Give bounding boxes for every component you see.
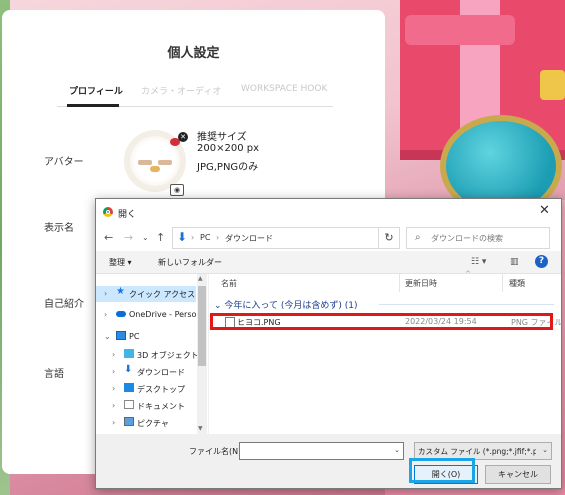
avatar-label: アバター: [44, 157, 84, 168]
language-label: 言語: [44, 369, 64, 380]
camera-icon[interactable]: ◉: [170, 184, 184, 196]
download-icon: ⬇: [124, 364, 133, 375]
picture-icon: [124, 417, 134, 426]
organize-button[interactable]: 整理 ▾: [109, 257, 132, 268]
chevron-down-icon: ⌄: [542, 446, 548, 454]
dialog-title: 開く: [118, 210, 137, 220]
address-bar[interactable]: ⬇ › PC › ダウンロード ⌄: [172, 227, 399, 249]
tree-item-onedrive[interactable]: › OneDrive - Person: [96, 307, 201, 323]
navigation-bar: ← → ⌄ ↑ ⬇ › PC › ダウンロード ⌄ ↻ ⌕ ダウンロードの検索: [96, 225, 561, 251]
search-placeholder: ダウンロードの検索: [431, 234, 503, 243]
document-icon: [124, 400, 134, 409]
pc-icon: [116, 331, 126, 340]
file-group-header[interactable]: ⌄ 今年に入って (今月は含めず) (1): [214, 298, 357, 311]
cube-icon: [124, 349, 134, 358]
back-icon[interactable]: ←: [104, 231, 113, 244]
search-input[interactable]: ⌕ ダウンロードの検索: [406, 227, 550, 249]
tree-item-desktop[interactable]: › デスクトップ: [104, 381, 204, 397]
tree-item-downloads[interactable]: › ⬇ ダウンロード: [104, 364, 204, 380]
filename-label: ファイル名(N):: [189, 447, 244, 456]
display-name-label: 表示名: [44, 223, 74, 234]
star-icon: ★: [116, 286, 125, 297]
breadcrumb-pc[interactable]: PC: [200, 233, 210, 242]
breadcrumb-downloads[interactable]: ダウンロード: [225, 233, 273, 244]
recommended-size-value: 200×200 px: [197, 143, 259, 154]
recent-dropdown-icon[interactable]: ⌄: [142, 233, 149, 242]
download-arrow-icon: ⬇: [177, 230, 188, 244]
group-chevron-icon: ⌄: [214, 301, 225, 311]
tab-workspace-hook[interactable]: WORKSPACE HOOK: [241, 84, 327, 94]
search-icon: ⌕: [415, 232, 421, 243]
tab-profile[interactable]: プロフィール: [69, 84, 123, 97]
up-icon[interactable]: ↑: [156, 231, 165, 244]
tab-camera-audio[interactable]: カメラ・オーディオ: [141, 84, 221, 97]
chrome-icon: [103, 207, 113, 217]
view-options-icon[interactable]: ☷ ▾: [471, 257, 486, 267]
tree-item-documents[interactable]: › ドキュメント: [104, 398, 204, 414]
active-tab-indicator: [67, 104, 119, 107]
preview-pane-icon[interactable]: ▥: [510, 257, 519, 267]
navigation-scrollbar[interactable]: ▲ ▼: [197, 274, 207, 434]
settings-title: 個人設定: [167, 46, 220, 61]
column-date[interactable]: 更新日時: [405, 278, 437, 289]
file-list: 名前 更新日時 ^ 種類 ⌄ 今年に入って (今月は含めず) (1) ヒヨコ.P…: [209, 270, 563, 434]
remove-avatar-icon[interactable]: ✕: [178, 132, 188, 142]
new-folder-button[interactable]: 新しいフォルダー: [158, 257, 222, 268]
filename-input[interactable]: ⌄: [239, 442, 404, 460]
cancel-button[interactable]: キャンセル: [485, 465, 551, 484]
cloud-icon: [116, 311, 126, 317]
tree-item-pictures[interactable]: › ピクチャ: [104, 415, 204, 431]
desktop-icon: [124, 383, 134, 392]
open-button-highlight-box: [409, 458, 475, 483]
dialog-toolbar: 整理 ▾ 新しいフォルダー ☷ ▾ ▥ ?: [96, 251, 561, 274]
tree-item-pc[interactable]: ⌄ PC: [96, 329, 196, 345]
close-icon[interactable]: ✕: [539, 203, 550, 218]
bio-label: 自己紹介: [44, 299, 84, 310]
column-name[interactable]: 名前: [221, 278, 237, 289]
forward-icon[interactable]: →: [124, 231, 133, 244]
recommended-size-label: 推奨サイズ: [197, 132, 247, 143]
column-type[interactable]: 種類: [509, 278, 525, 289]
chevron-down-icon[interactable]: ⌄: [394, 446, 400, 454]
refresh-icon[interactable]: ↻: [378, 227, 400, 249]
help-icon[interactable]: ?: [535, 255, 548, 268]
settings-tabs: プロフィール カメラ・オーディオ WORKSPACE HOOK: [57, 82, 333, 107]
file-highlight-box: [210, 313, 553, 330]
dialog-titlebar: 開く ✕: [96, 199, 561, 225]
allowed-formats: JPG,PNGのみ: [197, 162, 259, 173]
navigation-pane: › ★ クイック アクセス › OneDrive - Person ⌄ PC › 3D オ…: [96, 274, 208, 434]
sort-indicator-icon: ^: [465, 270, 471, 278]
tree-item-quick-access[interactable]: › ★ クイック アクセス: [96, 286, 196, 302]
open-file-dialog: 開く ✕ ← → ⌄ ↑ ⬇ › PC › ダウンロード ⌄ ↻ ⌕ ダウンロー…: [95, 198, 563, 489]
tree-item-3d-objects[interactable]: › 3D オブジェクト: [104, 347, 204, 363]
